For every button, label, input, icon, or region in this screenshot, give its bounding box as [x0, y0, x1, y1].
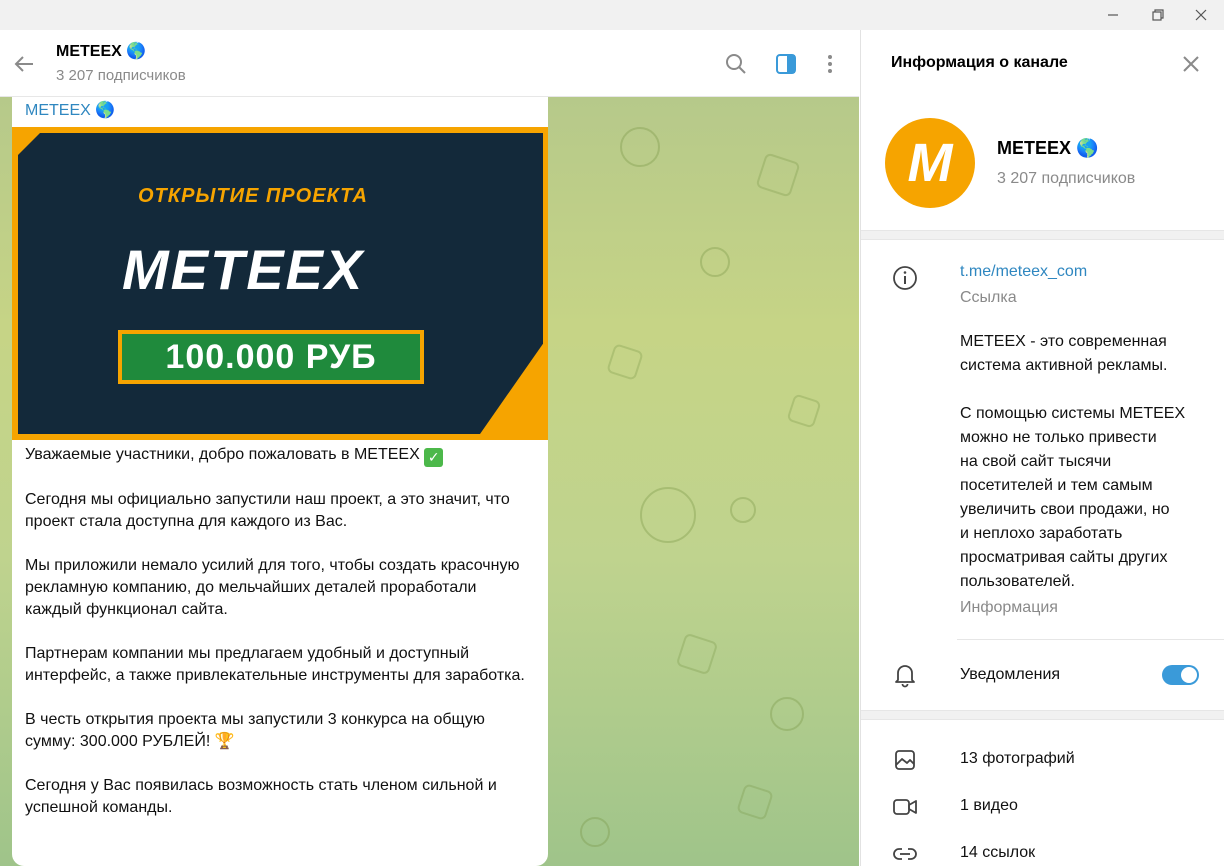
chat-background: METEEX 🌎 ОТКРЫТИЕ ПРОЕКТА METEEX 100.000… — [0, 97, 859, 866]
close-panel-icon[interactable] — [1177, 52, 1205, 76]
banner-prize: 100.000 РУБ — [122, 334, 420, 380]
search-icon[interactable] — [722, 50, 750, 78]
wallpaper-doodle — [675, 632, 719, 676]
post-banner-image[interactable]: ОТКРЫТИЕ ПРОЕКТА METEEX 100.000 РУБ — [12, 127, 548, 440]
banner-prize-frame: 100.000 РУБ — [118, 330, 424, 384]
media-row-links[interactable]: 14 ссылок — [861, 832, 1224, 866]
window-titlebar — [0, 0, 1224, 30]
media-row-photos[interactable]: 13 фотографий — [861, 738, 1224, 782]
bell-icon — [891, 661, 919, 689]
channel-subscriber-count: 3 207 подписчиков — [997, 170, 1136, 187]
channel-post[interactable]: METEEX 🌎 ОТКРЫТИЕ ПРОЕКТА METEEX 100.000… — [12, 97, 548, 866]
post-author[interactable]: METEEX 🌎 — [25, 100, 115, 120]
link-icon — [891, 840, 919, 866]
info-panel-title: Информация о канале — [891, 54, 1068, 71]
wallpaper-doodle — [620, 127, 660, 167]
post-text: Уважаемые участники, добро пожаловать в … — [25, 444, 535, 841]
more-vertical-icon[interactable] — [816, 50, 844, 78]
post-paragraph: Уважаемые участники, добро пожаловать в … — [25, 444, 535, 467]
notifications-toggle[interactable] — [1162, 665, 1199, 685]
notifications-label: Уведомления — [960, 666, 1061, 683]
wallpaper-doodle — [640, 487, 696, 543]
media-row-videos[interactable]: 1 видео — [861, 785, 1224, 829]
channel-name: METEEX 🌎 — [997, 138, 1099, 158]
media-label: 14 ссылок — [960, 844, 1036, 861]
banner-title: METEEX — [122, 238, 365, 301]
chat-header: METEEX 🌎 3 207 подписчиков — [0, 30, 859, 97]
post-paragraph: В честь открытия проекта мы запустили 3 … — [25, 711, 485, 750]
wallpaper-doodle — [606, 343, 644, 381]
wallpaper-doodle — [786, 393, 822, 429]
check-mark-icon: ✓ — [424, 448, 444, 467]
video-icon — [891, 793, 919, 821]
sidebar-toggle-icon[interactable] — [772, 50, 800, 78]
wallpaper-doodle — [700, 247, 730, 277]
banner-panel: ОТКРЫТИЕ ПРОЕКТА METEEX 100.000 РУБ — [18, 133, 543, 434]
section-divider — [861, 230, 1224, 240]
post-paragraph: Сегодня у Вас появилась возможность стат… — [25, 777, 497, 816]
description-caption: Информация — [960, 599, 1058, 616]
wallpaper-doodle — [580, 817, 610, 847]
channel-avatar[interactable]: M — [885, 118, 975, 208]
wallpaper-doodle — [770, 697, 804, 731]
channel-info-panel: Информация о канале M METEEX 🌎 3 207 под… — [860, 30, 1224, 866]
chat-subscriber-count: 3 207 подписчиков — [56, 67, 186, 84]
avatar-letter: M — [907, 133, 953, 193]
wallpaper-doodle — [755, 152, 801, 198]
post-paragraph: Мы приложили немало усилий для того, что… — [25, 557, 520, 618]
channel-link[interactable]: t.me/meteex_com — [960, 263, 1087, 281]
channel-description: METEEX - это современная система активно… — [960, 333, 1186, 590]
media-label: 13 фотографий — [960, 750, 1075, 767]
link-caption: Ссылка — [960, 289, 1017, 306]
wallpaper-doodle — [730, 497, 756, 523]
post-paragraph: Сегодня мы официально запустили наш прое… — [25, 491, 510, 530]
close-icon[interactable] — [1178, 0, 1224, 30]
toggle-knob — [1181, 667, 1197, 683]
post-paragraph: Партнерам компании мы предлагаем удобный… — [25, 645, 525, 684]
wallpaper-doodle — [736, 783, 774, 821]
minimize-icon[interactable] — [1090, 0, 1136, 30]
info-icon — [891, 264, 919, 292]
section-divider — [861, 710, 1224, 720]
media-label: 1 видео — [960, 797, 1018, 814]
banner-kicker: ОТКРЫТИЕ ПРОЕКТА — [138, 185, 368, 207]
back-arrow-icon[interactable] — [10, 50, 38, 78]
photo-icon — [891, 746, 919, 774]
chat-title[interactable]: METEEX 🌎 — [56, 41, 146, 61]
row-divider — [957, 639, 1224, 640]
restore-icon[interactable] — [1135, 0, 1181, 30]
